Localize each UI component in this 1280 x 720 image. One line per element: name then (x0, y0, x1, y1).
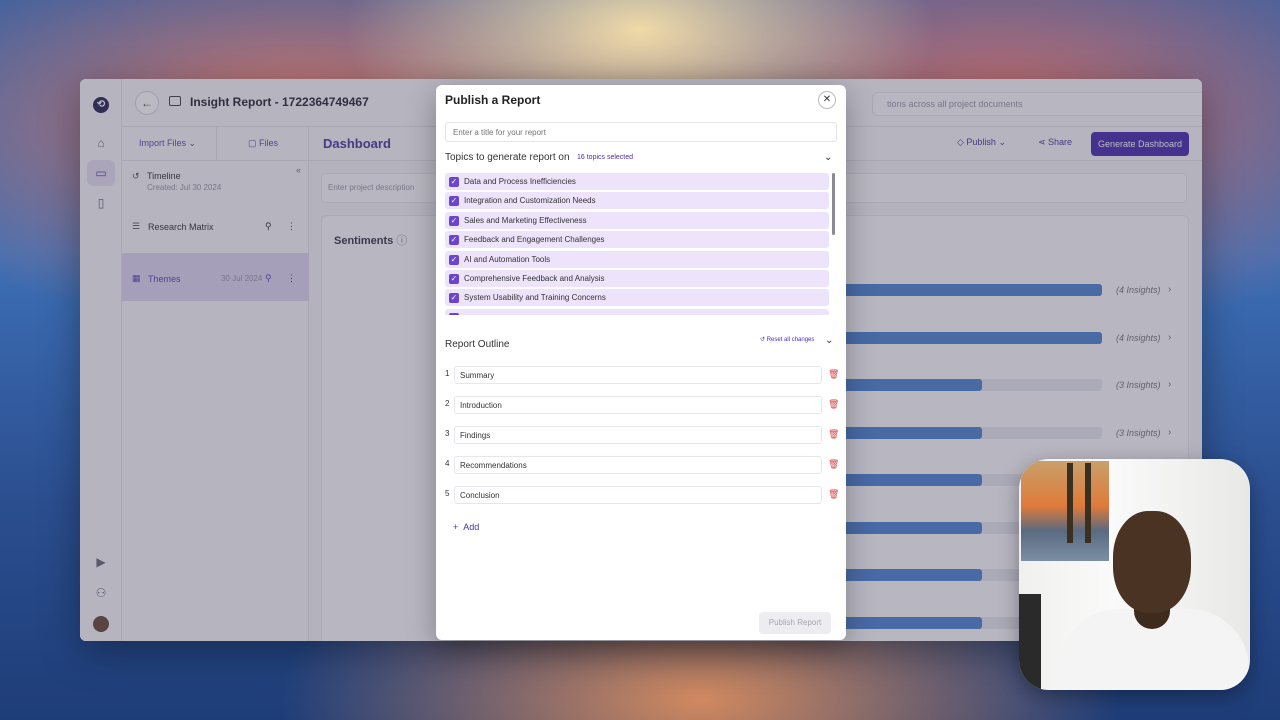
trash-icon[interactable]: 🗑 (828, 369, 839, 380)
topic-checkbox[interactable]: ✓ (449, 196, 459, 207)
trash-icon[interactable]: 🗑 (828, 429, 839, 440)
outline-number: 1 (445, 369, 450, 378)
topic-label: Data and Process Inefficiencies (464, 177, 576, 186)
topic-item[interactable]: ✓ Feedback and Engagement Challenges (445, 231, 829, 249)
chair (1019, 594, 1041, 690)
outline-row: 1 Summary 🗑 (445, 366, 839, 384)
outline-section-input[interactable]: Summary (454, 366, 822, 384)
outline-section-input[interactable]: Introduction (454, 396, 822, 414)
person-head (1113, 511, 1191, 613)
outline-number: 4 (445, 459, 450, 468)
trash-icon[interactable]: 🗑 (828, 459, 839, 470)
scrollbar[interactable] (832, 173, 835, 235)
topic-label: Sales and Marketing Effectiveness (464, 215, 587, 225)
outline-number: 2 (445, 399, 450, 408)
outline-label: Report Outline (445, 339, 510, 350)
webcam-overlay (1019, 459, 1250, 690)
topic-label: System Usability and Training Concerns (464, 293, 606, 303)
topics-count: 16 topics selected (577, 154, 634, 161)
topic-list: ✓ Data and Process Inefficiencies ✓ Integra… (445, 173, 837, 315)
close-icon[interactable]: ✕ (818, 91, 836, 109)
topic-checkbox[interactable]: ✓ (449, 215, 459, 226)
topic-checkbox[interactable]: ✓ (449, 235, 459, 246)
reset-all-changes-button[interactable]: ↺ Reset all changes (760, 336, 814, 343)
topic-item[interactable]: ✓ System Usability and Training Concerns (445, 289, 829, 307)
topic-checkbox[interactable]: ✓ (449, 274, 459, 284)
photo-pier (1067, 463, 1073, 543)
topic-label: AI and Automation Tools (464, 254, 551, 264)
topic-checkbox[interactable]: ✓ (449, 254, 459, 265)
topic-checkbox[interactable]: ✓ (449, 293, 459, 304)
outline-number: 3 (445, 429, 450, 438)
publish-report-modal: Publish a Report ✕ Topics to generate re… (436, 85, 846, 640)
chevron-down-icon[interactable]: ⌄ (824, 152, 832, 163)
outline-section-input[interactable]: Findings (454, 426, 822, 444)
topic-item[interactable]: ✓ Data and Process Inefficiencies (445, 173, 829, 190)
outline-section-input[interactable]: Conclusion (454, 486, 822, 504)
topic-checkbox[interactable]: ✓ (449, 177, 459, 187)
topic-item[interactable]: ✓ Comprehensive Feedback and Analysis (445, 270, 829, 287)
trash-icon[interactable]: 🗑 (828, 399, 839, 410)
add-section-button[interactable]: + Add (453, 522, 479, 532)
wall-photo (1021, 461, 1109, 561)
topic-item[interactable]: ✓ AI and Automation Tools (445, 250, 829, 268)
topic-label: Integration and Customization Needs (464, 196, 596, 206)
trash-icon[interactable]: 🗑 (828, 489, 839, 500)
modal-title: Publish a Report (445, 93, 541, 107)
photo-pier (1085, 463, 1091, 543)
outline-row: 5 Conclusion 🗑 (445, 486, 839, 504)
publish-report-button[interactable]: Publish Report (759, 612, 831, 634)
outline-row: 2 Introduction 🗑 (445, 396, 839, 414)
topic-item[interactable]: ✓ (445, 308, 829, 315)
topics-label: Topics to generate report on (445, 152, 570, 163)
chevron-down-icon[interactable]: ⌄ (825, 335, 833, 346)
topic-label: Comprehensive Feedback and Analysis (464, 274, 605, 283)
outline-row: 4 Recommendations 🗑 (445, 456, 839, 474)
outline-section-input[interactable]: Recommendations (454, 456, 822, 474)
topic-item[interactable]: ✓ Sales and Marketing Effectiveness (445, 211, 829, 229)
topic-item[interactable]: ✓ Integration and Customization Needs (445, 192, 829, 210)
outline-number: 5 (445, 489, 450, 498)
topic-label: Feedback and Engagement Challenges (464, 235, 605, 245)
topic-checkbox[interactable]: ✓ (449, 312, 459, 315)
report-title-input[interactable] (445, 122, 837, 142)
outline-row: 3 Findings 🗑 (445, 426, 839, 444)
